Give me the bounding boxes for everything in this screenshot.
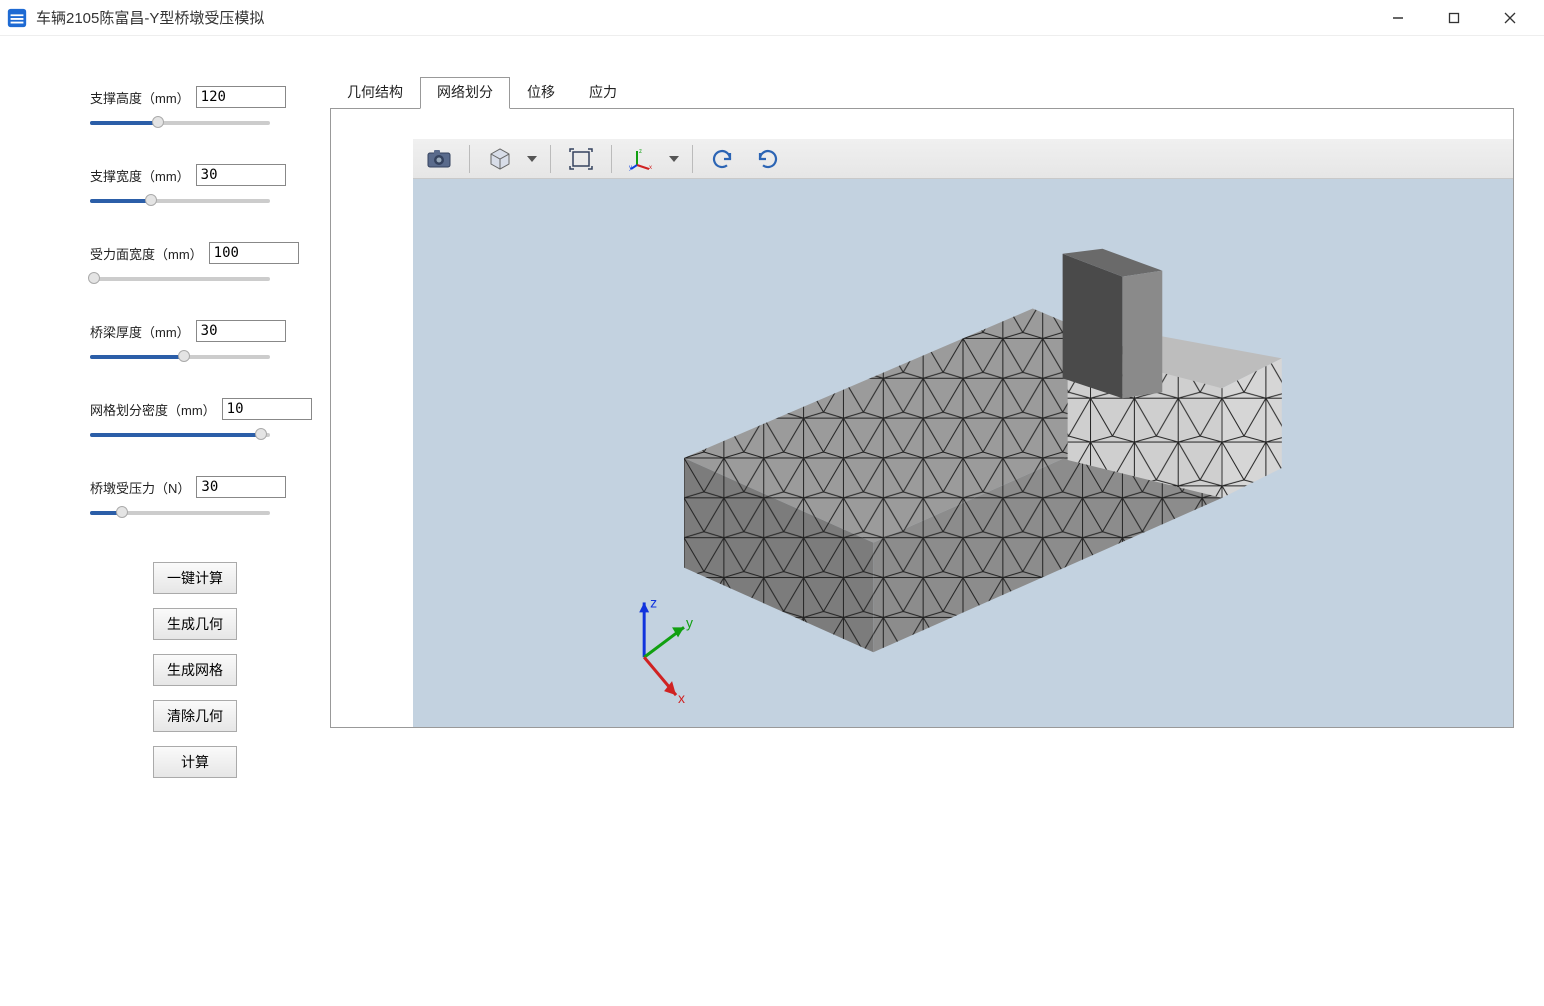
axes-dropdown-icon[interactable]	[666, 143, 682, 175]
rotate-right-icon[interactable]	[747, 143, 787, 175]
param-input[interactable]	[196, 320, 286, 342]
titlebar: 车辆2105陈富昌-Y型桥墩受压模拟	[0, 0, 1544, 36]
minimize-button[interactable]	[1370, 0, 1426, 36]
axis-x-label: x	[678, 690, 685, 706]
viewport-3d[interactable]: z y x	[413, 179, 1513, 727]
rotate-left-icon[interactable]	[703, 143, 743, 175]
axis-z-label: z	[650, 594, 657, 610]
viewer-toolbar: z x y	[413, 139, 1513, 179]
param-slider[interactable]	[90, 426, 270, 444]
param-2: 受力面宽度（mm）	[90, 242, 300, 288]
param-slider[interactable]	[90, 504, 270, 522]
compute-button[interactable]: 计算	[153, 746, 237, 778]
param-input[interactable]	[209, 242, 299, 264]
svg-text:y: y	[629, 165, 632, 171]
param-label: 支撑高度（mm）	[90, 88, 190, 107]
param-label: 受力面宽度（mm）	[90, 244, 203, 263]
generate-mesh-button[interactable]: 生成网格	[153, 654, 237, 686]
param-label: 桥梁厚度（mm）	[90, 322, 190, 341]
window-title: 车辆2105陈富昌-Y型桥墩受压模拟	[36, 7, 1370, 28]
generate-geometry-button[interactable]: 生成几何	[153, 608, 237, 640]
svg-text:x: x	[649, 165, 652, 171]
clear-geometry-button[interactable]: 清除几何	[153, 700, 237, 732]
main-panel: 几何结构网络划分位移应力 z x y	[330, 76, 1514, 976]
action-buttons: 一键计算 生成几何 生成网格 清除几何 计算	[90, 562, 300, 778]
tab-stress[interactable]: 应力	[572, 77, 634, 109]
param-slider[interactable]	[90, 270, 270, 288]
viewport-container: z x y	[330, 108, 1514, 728]
view-tabs: 几何结构网络划分位移应力	[330, 76, 1514, 108]
param-4: 网格划分密度（mm）	[90, 398, 300, 444]
param-slider[interactable]	[90, 192, 270, 210]
svg-text:z: z	[639, 149, 642, 155]
tab-mesh[interactable]: 网络划分	[420, 77, 510, 109]
param-label: 网格划分密度（mm）	[90, 400, 216, 419]
axis-y-label: y	[686, 614, 693, 630]
app-icon	[6, 7, 28, 29]
param-input[interactable]	[222, 398, 312, 420]
axes-icon[interactable]: z x y	[622, 143, 662, 175]
param-3: 桥梁厚度（mm）	[90, 320, 300, 366]
param-slider[interactable]	[90, 348, 270, 366]
tab-geom[interactable]: 几何结构	[330, 77, 420, 109]
fit-screen-icon[interactable]	[561, 143, 601, 175]
cube-dropdown-icon[interactable]	[524, 143, 540, 175]
param-label: 支撑宽度（mm）	[90, 166, 190, 185]
param-label: 桥墩受压力（N）	[90, 478, 190, 497]
param-input[interactable]	[196, 86, 286, 108]
one-key-compute-button[interactable]: 一键计算	[153, 562, 237, 594]
param-0: 支撑高度（mm）	[90, 86, 300, 132]
param-slider[interactable]	[90, 114, 270, 132]
maximize-button[interactable]	[1426, 0, 1482, 36]
tab-disp[interactable]: 位移	[510, 77, 572, 109]
param-input[interactable]	[196, 476, 286, 498]
cube-icon[interactable]	[480, 143, 520, 175]
param-1: 支撑宽度（mm）	[90, 164, 300, 210]
param-input[interactable]	[196, 164, 286, 186]
camera-icon[interactable]	[419, 143, 459, 175]
param-5: 桥墩受压力（N）	[90, 476, 300, 522]
parameter-panel: 支撑高度（mm） 支撑宽度（mm） 受力面宽度（mm） 桥梁厚度（mm） 网格划分密度（…	[30, 76, 330, 976]
close-button[interactable]	[1482, 0, 1538, 36]
